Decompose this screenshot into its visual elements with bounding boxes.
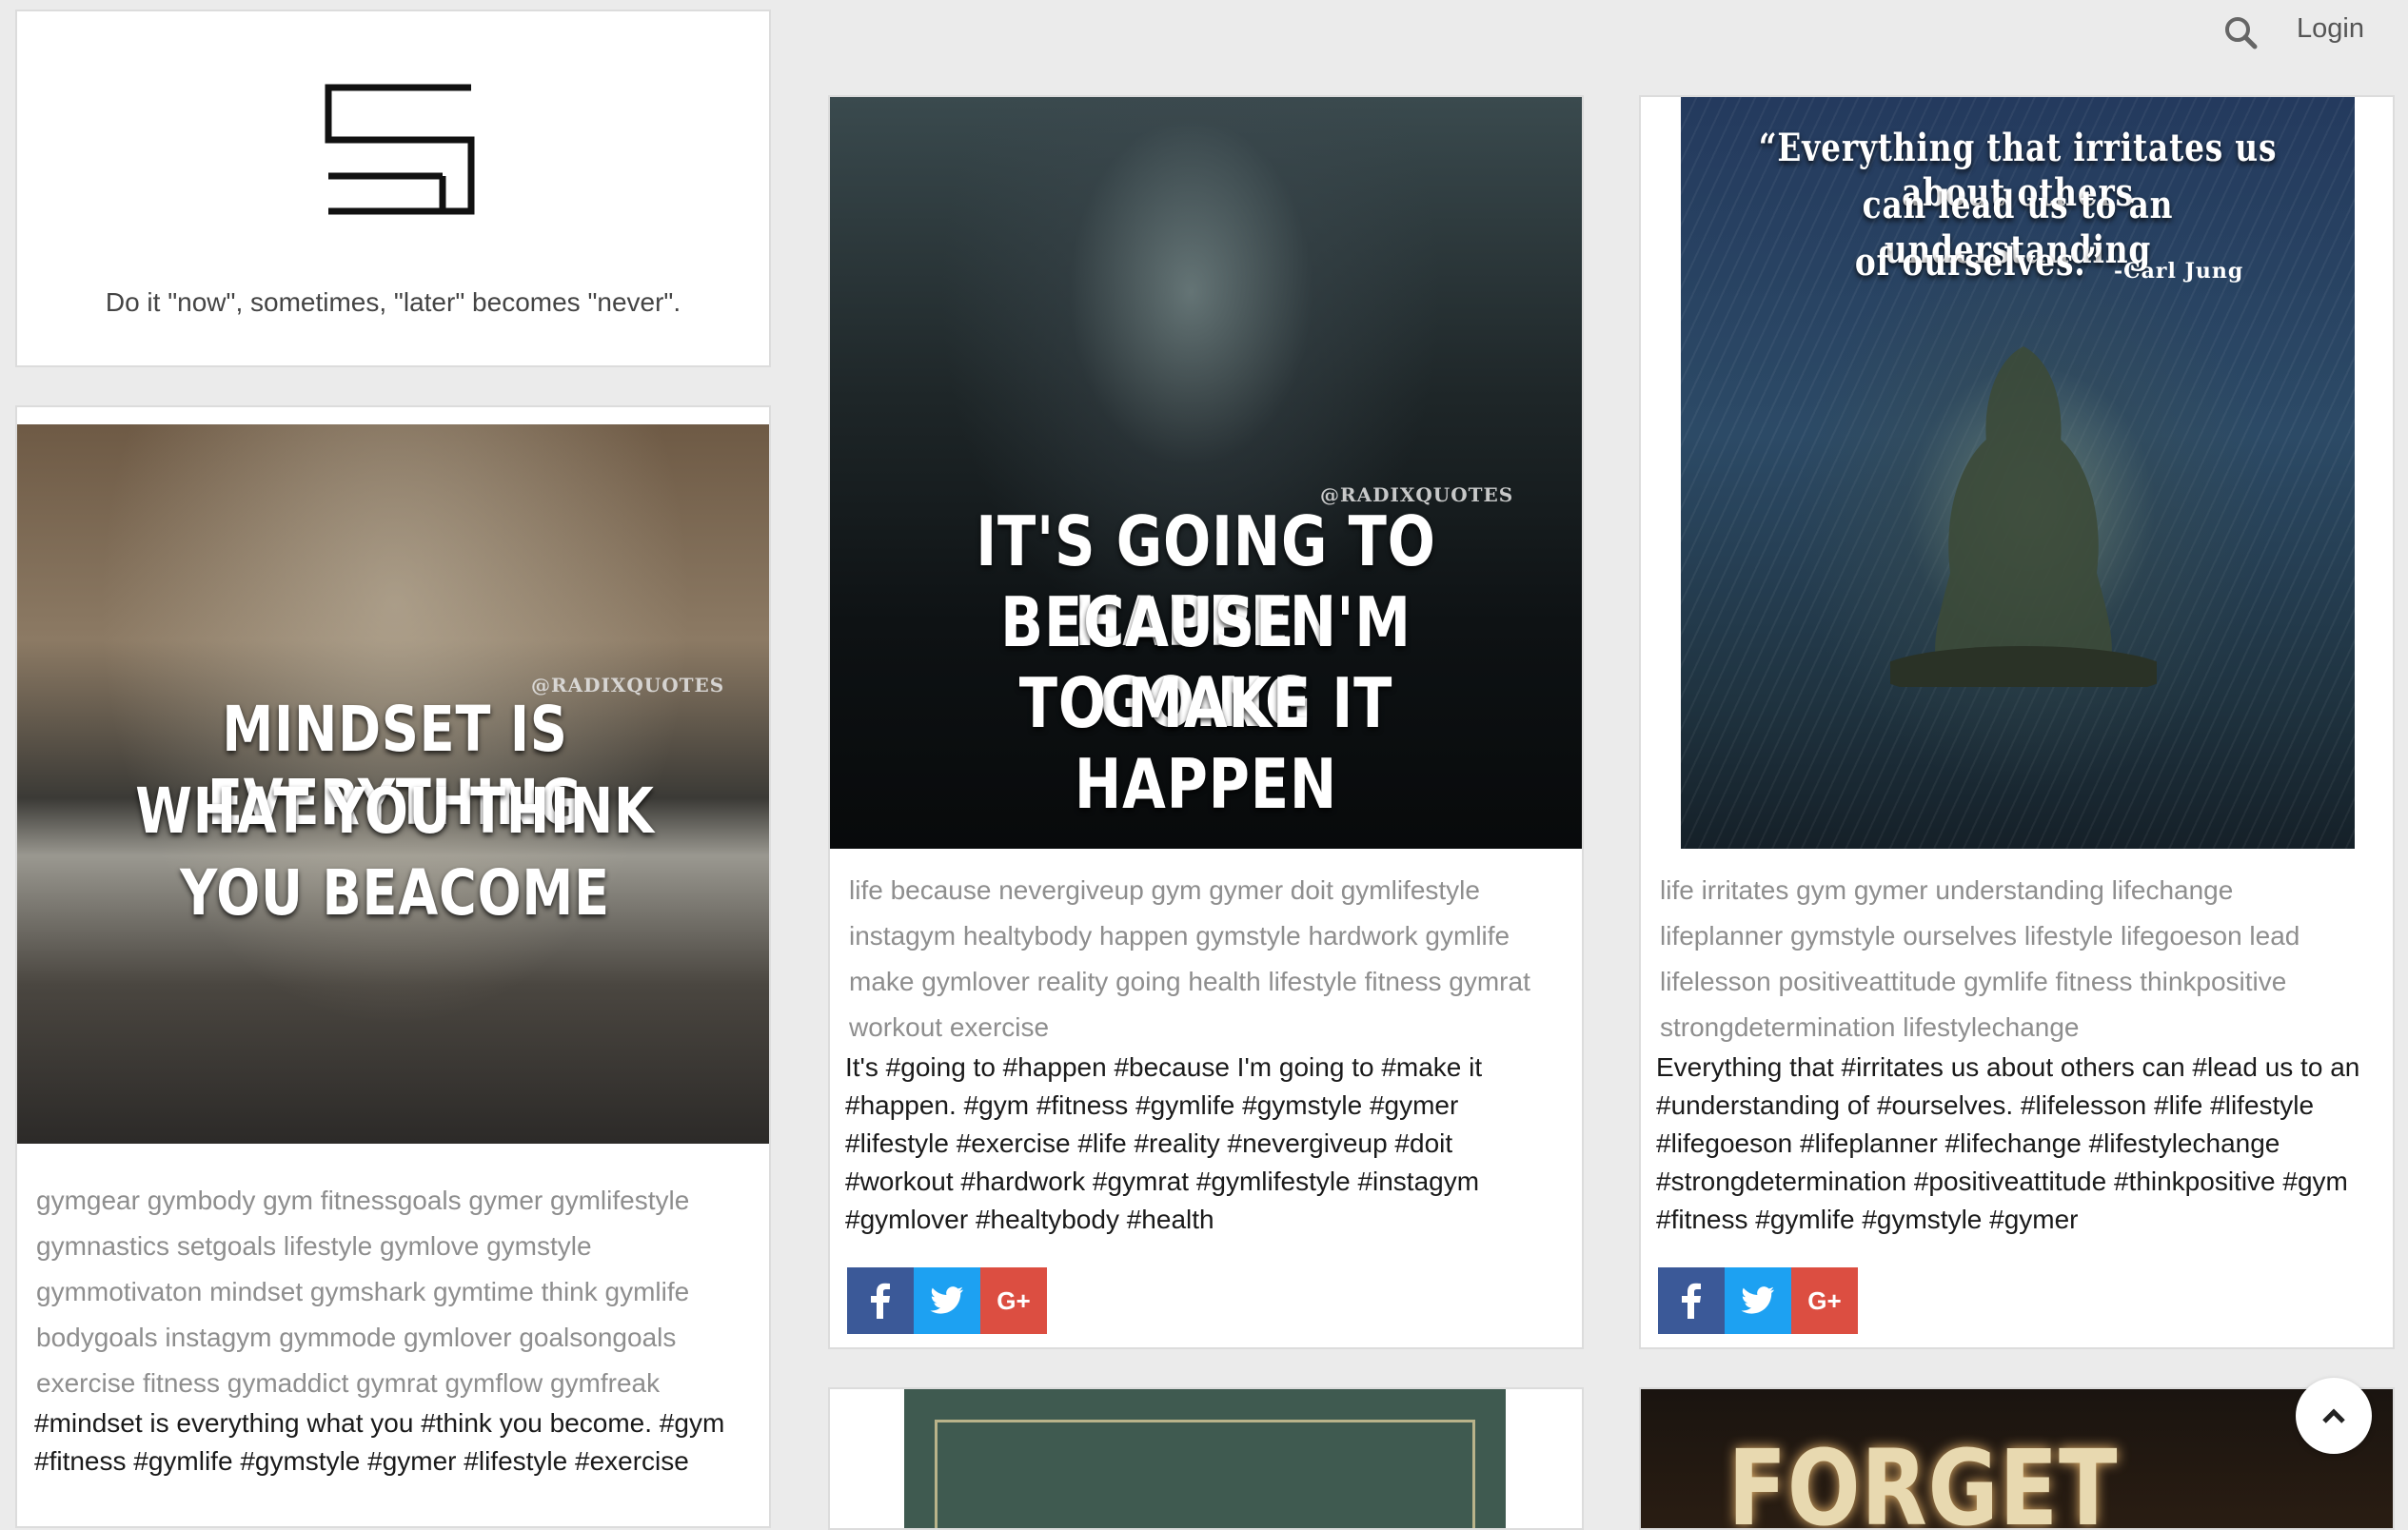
post-tags: gymgear gymbody gym fitnessgoals gymer g…: [36, 1178, 760, 1406]
caption-line: It's #going to #happen #because I'm goin…: [845, 1052, 1483, 1082]
scroll-to-top-button[interactable]: [2296, 1378, 2372, 1454]
post-tags: life because nevergiveup gym gymer doit …: [849, 868, 1572, 1050]
tags-line: gymnastics setgoals lifestyle gymlove gy…: [36, 1231, 592, 1261]
post-image-forget[interactable]: FORGET: [1641, 1389, 2393, 1530]
post-image-mindset[interactable]: @RADIXQUOTES MINDSET IS EVERYTHING WHAT …: [17, 424, 769, 1144]
post-card-partial-green: [828, 1387, 1584, 1530]
caption-line: #lifegoeson #lifeplanner #lifechange #li…: [1656, 1128, 2280, 1158]
tags-line: gymgear gymbody gym fitnessgoals gymer g…: [36, 1186, 690, 1215]
image-frame: [935, 1420, 1475, 1528]
twitter-share-button[interactable]: [914, 1267, 980, 1334]
image-text-line: WHAT YOU THINK: [135, 775, 655, 848]
stacked-lines-logo-icon[interactable]: [319, 78, 481, 221]
googleplus-share-button[interactable]: G+: [1791, 1267, 1858, 1334]
tags-line: workout exercise: [849, 1012, 1050, 1042]
caption-line: #understanding of #ourselves. #lifelesso…: [1656, 1090, 2315, 1120]
tags-line: lifelesson positiveattitude gymlife fitn…: [1660, 967, 2287, 996]
caption-line: #strongdetermination #positiveattitude #…: [1656, 1167, 2348, 1196]
tags-line: life irritates gym gymer understanding l…: [1660, 875, 2234, 905]
post-image-happen[interactable]: @RADIXQUOTES IT'S GOING TO HAPPEN BECAUS…: [830, 97, 1582, 849]
caption-line: #mindset is everything what you #think y…: [34, 1408, 725, 1438]
caption-line: #happen. #gym #fitness #gymlife #gymstyl…: [845, 1090, 1459, 1120]
hooded-figure-silhouette: [1890, 346, 2157, 687]
twitter-icon: [1741, 1286, 1774, 1314]
facebook-share-button[interactable]: [847, 1267, 914, 1334]
caption-line: #workout #hardwork #gymrat #gymlifestyle…: [845, 1167, 1480, 1196]
caption-line: #gymlover #healtybody #health: [845, 1205, 1214, 1234]
login-link[interactable]: Login: [2297, 10, 2364, 48]
image-text-line: HAPPEN: [1074, 744, 1338, 824]
tags-line: lifeplanner gymstyle ourselves lifestyle…: [1660, 921, 2300, 951]
image-text-line: TO MAKE IT: [1018, 663, 1393, 743]
tags-line: life because nevergiveup gym gymer doit …: [849, 875, 1480, 905]
googleplus-label: G+: [1807, 1285, 1842, 1315]
googleplus-share-button[interactable]: G+: [980, 1267, 1047, 1334]
tags-line: make gymlover reality going health lifes…: [849, 967, 1530, 996]
caption-line: Everything that #irritates us about othe…: [1656, 1052, 2360, 1082]
post-tags: life irritates gym gymer understanding l…: [1660, 868, 2383, 1050]
post-card-mindset: @RADIXQUOTES MINDSET IS EVERYTHING WHAT …: [15, 405, 771, 1528]
image-credit: -Carl Jung: [2114, 259, 2244, 284]
tags-line: instagym healtybody happen gymstyle hard…: [849, 921, 1510, 951]
image-text-line: FORGET: [1727, 1427, 2119, 1530]
post-image-green[interactable]: [904, 1389, 1506, 1528]
googleplus-label: G+: [997, 1285, 1031, 1315]
tags-line: gymmotivaton mindset gymshark gymtime th…: [36, 1277, 690, 1306]
caption-line: #lifestyle #exercise #life #reality #nev…: [845, 1128, 1453, 1158]
caption-line: #fitness #gymlife #gymstyle #gymer: [1656, 1205, 2079, 1234]
motto-text: Do it "now", sometimes, "later" becomes …: [105, 287, 681, 317]
twitter-icon: [930, 1286, 963, 1314]
facebook-icon: [871, 1283, 890, 1319]
post-card-irritates: “Everything that irritates us about othe…: [1639, 95, 2395, 1349]
post-caption: #mindset is everything what you #think y…: [34, 1404, 767, 1481]
share-buttons: G+: [1658, 1267, 1858, 1334]
share-buttons: G+: [847, 1267, 1047, 1334]
twitter-share-button[interactable]: [1725, 1267, 1791, 1334]
post-card-partial-forget: FORGET: [1639, 1387, 2395, 1530]
post-image-irritates[interactable]: “Everything that irritates us about othe…: [1681, 97, 2355, 849]
tags-line: strongdetermination lifestylechange: [1660, 1012, 2080, 1042]
tags-line: bodygoals instagym gymmode gymlover goal…: [36, 1323, 677, 1352]
post-caption: Everything that #irritates us about othe…: [1656, 1049, 2393, 1239]
post-card-happen: @RADIXQUOTES IT'S GOING TO HAPPEN BECAUS…: [828, 95, 1584, 1349]
facebook-icon: [1682, 1283, 1701, 1319]
caption-line: #fitness #gymlife #gymstyle #gymer #life…: [34, 1446, 689, 1476]
post-caption: It's #going to #happen #because I'm goin…: [845, 1049, 1578, 1239]
image-text-line: YOU BEACOME: [180, 856, 610, 930]
tags-line: exercise fitness gymaddict gymrat gymflo…: [36, 1368, 661, 1398]
logo-card: Do it "now", sometimes, "later" becomes …: [15, 10, 771, 367]
chevron-up-icon: [2322, 1408, 2345, 1423]
facebook-share-button[interactable]: [1658, 1267, 1725, 1334]
search-icon[interactable]: [2218, 10, 2265, 57]
